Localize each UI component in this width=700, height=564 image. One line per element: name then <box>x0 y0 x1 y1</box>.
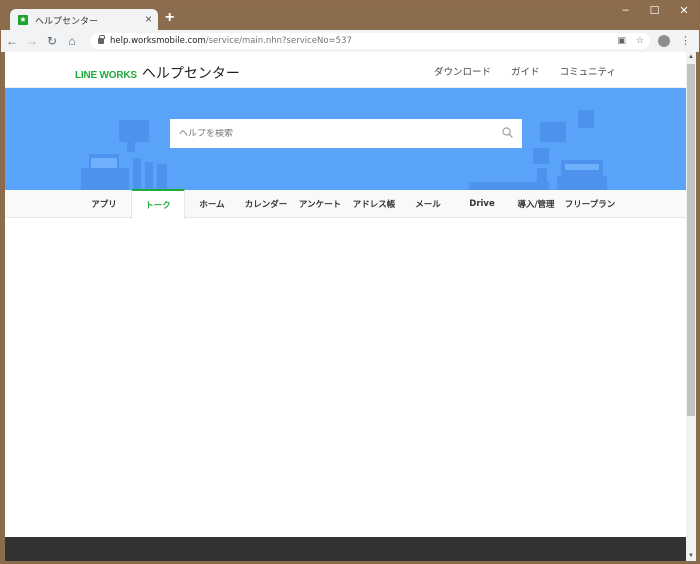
browser-window: ★ ヘルプセンター × + – ☐ ✕ ← → ↻ ⌂ help.worksmo… <box>0 0 700 564</box>
home-icon[interactable]: ⌂ <box>63 32 81 50</box>
category-tab[interactable]: カレンダー <box>239 190 293 218</box>
hero-banner <box>5 88 686 190</box>
browser-toolbar: ← → ↻ ⌂ help.worksmobile.com/service/mai… <box>1 30 699 52</box>
category-tab[interactable]: ホーム <box>185 190 239 218</box>
category-tab[interactable]: フリープラン <box>563 190 617 218</box>
category-nav: アプリ トーク ホーム カレンダー アンケート アドレス帳 メール Drive 導入/管理 フリー… <box>5 189 686 219</box>
browser-tab[interactable]: ★ ヘルプセンター × <box>10 9 158 31</box>
bookmark-star-icon[interactable]: ☆ <box>636 35 644 46</box>
reload-icon[interactable]: ↻ <box>43 32 61 50</box>
category-tab-list: アプリ トーク ホーム カレンダー アンケート アドレス帳 メール Drive 導入/管理 フリー… <box>77 189 617 219</box>
category-tab[interactable]: アプリ <box>77 190 131 218</box>
scroll-down-icon[interactable]: ▼ <box>687 551 695 561</box>
site-header: LINE WORKS ヘルプセンター ダウンロード ガイド コミュニティ <box>5 52 686 88</box>
category-tab[interactable]: アドレス帳 <box>347 190 401 218</box>
maximize-button[interactable]: ☐ <box>640 1 669 19</box>
omnibox-actions: ▣ ☆ <box>617 35 644 46</box>
url-path: /service/main.nhn?serviceNo=537 <box>205 36 352 46</box>
nav-link-download[interactable]: ダウンロード <box>434 64 491 78</box>
category-tab[interactable]: Drive <box>455 190 509 218</box>
site-footer <box>5 537 686 561</box>
page-viewport: LINE WORKS ヘルプセンター ダウンロード ガイド コミュニティ ヘルプ… <box>5 52 686 561</box>
window-controls: – ☐ ✕ <box>611 1 699 19</box>
category-tab[interactable]: メール <box>401 190 455 218</box>
category-tab[interactable]: トーク <box>131 189 185 219</box>
scroll-thumb[interactable] <box>687 64 695 416</box>
lock-icon <box>98 35 105 44</box>
search-icon[interactable] <box>502 127 513 138</box>
new-tab-button[interactable]: + <box>165 9 174 27</box>
help-search-input[interactable] <box>179 128 479 139</box>
page-scrollbar[interactable]: ▲ ▼ <box>686 52 696 561</box>
site-logo[interactable]: LINE WORKS ヘルプセンター <box>75 63 240 83</box>
close-window-button[interactable]: ✕ <box>669 1 699 19</box>
profile-avatar-icon[interactable] <box>658 34 670 47</box>
title-bar: ★ ヘルプセンター × + – ☐ ✕ <box>1 1 699 31</box>
toolbar-right: ⋮ <box>658 34 691 47</box>
category-tab[interactable]: 導入/管理 <box>509 190 563 218</box>
menu-dots-icon[interactable]: ⋮ <box>680 34 691 47</box>
favicon-icon: ★ <box>18 15 28 25</box>
address-bar[interactable]: help.worksmobile.com/service/main.nhn?se… <box>90 33 650 49</box>
nav-link-guide[interactable]: ガイド <box>511 64 540 78</box>
nav-link-community[interactable]: コミュニティ <box>560 64 616 78</box>
minimize-button[interactable]: – <box>611 1 640 19</box>
help-search-box <box>170 119 522 148</box>
forward-icon[interactable]: → <box>23 32 41 50</box>
category-tab[interactable]: アンケート <box>293 190 347 218</box>
logo-title: ヘルプセンター <box>141 66 240 82</box>
scroll-up-icon[interactable]: ▲ <box>687 52 695 62</box>
global-nav: ダウンロード ガイド コミュニティ <box>434 64 616 78</box>
tab-close-icon[interactable]: × <box>145 12 152 26</box>
tab-title: ヘルプセンター <box>35 16 99 27</box>
url-text: help.worksmobile.com/service/main.nhn?se… <box>110 36 352 46</box>
back-icon[interactable]: ← <box>3 32 21 50</box>
logo-brand: LINE WORKS <box>75 70 137 81</box>
url-host: help.worksmobile.com <box>110 36 206 46</box>
translate-icon[interactable]: ▣ <box>617 35 626 46</box>
